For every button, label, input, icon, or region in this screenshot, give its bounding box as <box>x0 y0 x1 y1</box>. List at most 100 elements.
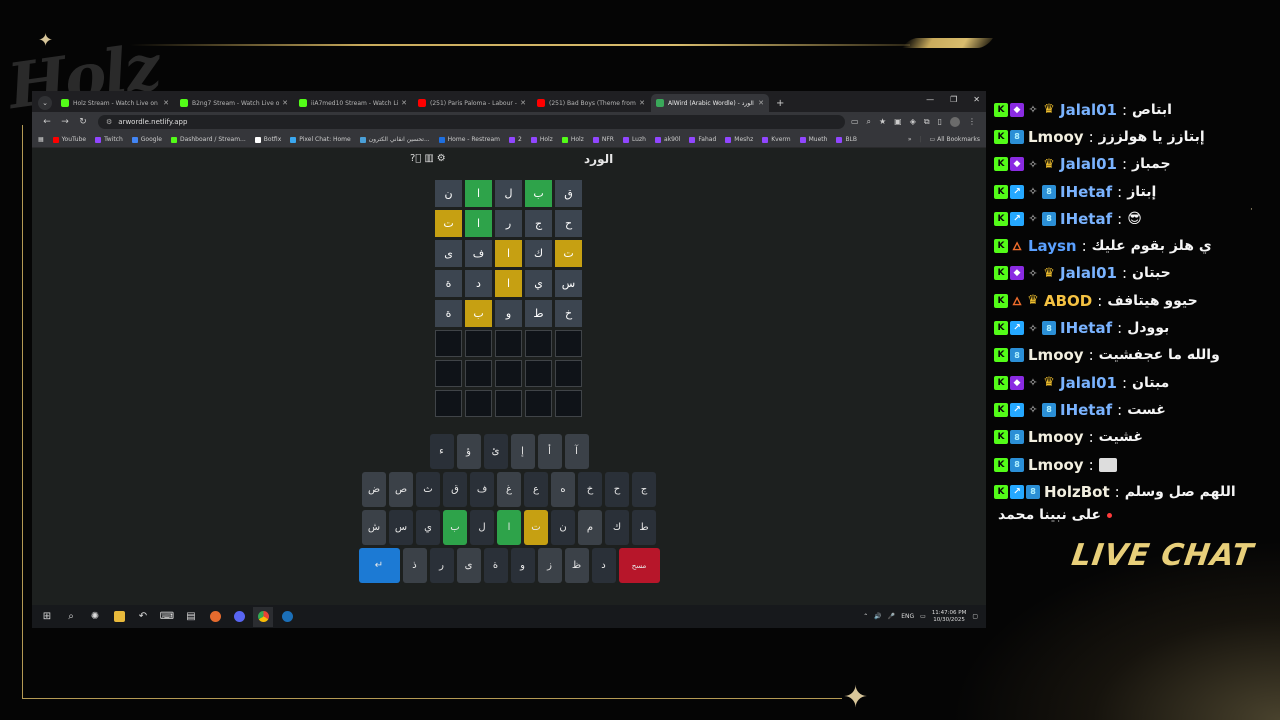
bookmark-item[interactable]: Twitch <box>95 136 123 143</box>
letter-key[interactable]: ؤ <box>456 434 481 469</box>
discord-icon[interactable] <box>229 607 249 627</box>
bookmark-item[interactable]: Fahad <box>689 136 716 143</box>
chat-username[interactable]: Jalal01 <box>1060 264 1117 282</box>
address-bar[interactable]: ⚙ arwordle.netlify.app <box>98 115 845 129</box>
keyboard-app-icon[interactable]: ⌨ <box>157 607 177 627</box>
chat-username[interactable]: ABOD <box>1044 292 1092 310</box>
browser-tab[interactable]: B2ng7 Stream - Watch Live on ✕ <box>175 94 293 112</box>
firefox-icon[interactable] <box>205 607 225 627</box>
delete-key[interactable]: مسح <box>618 548 660 583</box>
tab-close-icon[interactable]: ✕ <box>639 99 645 107</box>
minimize-icon[interactable]: — <box>926 95 934 104</box>
letter-key[interactable]: ظ <box>564 548 589 583</box>
bookmark-item[interactable]: Pixel Chat: Home <box>290 136 351 143</box>
profile-avatar[interactable] <box>950 117 960 127</box>
letter-key[interactable]: ج <box>632 472 656 507</box>
chat-username[interactable]: Lmooy <box>1028 456 1084 474</box>
letter-key[interactable]: ض <box>362 472 386 507</box>
letter-key[interactable]: ن <box>551 510 575 545</box>
all-bookmarks-folder[interactable]: ▭ All Bookmarks <box>930 136 980 143</box>
bookmark-item[interactable]: Kverm <box>762 136 791 143</box>
menu-icon[interactable]: ⋮ <box>968 117 976 127</box>
chat-username[interactable]: Lmooy <box>1028 128 1084 146</box>
letter-key[interactable]: ر <box>429 548 454 583</box>
letter-key[interactable]: ث <box>416 472 440 507</box>
bookmark-item[interactable]: NFR <box>592 136 614 143</box>
file-explorer-icon[interactable] <box>109 607 129 627</box>
chat-username[interactable]: IHetaf <box>1060 319 1112 337</box>
chat-username[interactable]: Jalal01 <box>1060 374 1117 392</box>
tab-close-icon[interactable]: ✕ <box>758 99 764 107</box>
letter-key[interactable]: ك <box>605 510 629 545</box>
letter-key[interactable]: ف <box>470 472 494 507</box>
letter-key[interactable]: أ <box>537 434 562 469</box>
letter-key[interactable]: ا <box>497 510 521 545</box>
letter-key[interactable]: خ <box>578 472 602 507</box>
tray-overflow-icon[interactable]: ⌃ <box>863 613 868 620</box>
bookmark-item[interactable]: Dashboard / Stream... <box>170 136 246 143</box>
microphone-icon[interactable]: 🎤 <box>888 613 895 620</box>
sidebar-icon[interactable]: ▯ <box>938 117 942 127</box>
letter-key[interactable]: ئ <box>483 434 508 469</box>
browser-tab[interactable]: AlWird (Arabic Wordle) - الورد ✕ <box>651 94 769 112</box>
notifications-icon[interactable]: ▢ <box>972 613 978 620</box>
letter-key[interactable]: ح <box>605 472 629 507</box>
monitor-icon[interactable]: ▭ <box>920 613 926 620</box>
tab-close-icon[interactable]: ✕ <box>520 99 526 107</box>
clock[interactable]: 11:47:06 PM 10/30/2025 <box>932 610 967 624</box>
letter-key[interactable]: ى <box>456 548 481 583</box>
letter-key[interactable]: د <box>591 548 616 583</box>
reload-icon[interactable]: ↻ <box>74 117 92 127</box>
bookmark-item[interactable]: YouTube <box>52 136 86 143</box>
letter-key[interactable]: ع <box>524 472 548 507</box>
chat-username[interactable]: IHetaf <box>1060 401 1112 419</box>
bookmark-item[interactable]: BLB <box>836 136 857 143</box>
forward-icon[interactable]: → <box>56 117 74 127</box>
language-indicator[interactable]: ENG <box>901 613 914 620</box>
letter-key[interactable]: ب <box>443 510 467 545</box>
chat-username[interactable]: Jalal01 <box>1060 155 1117 173</box>
calculator-icon[interactable]: ▤ <box>181 607 201 627</box>
extension-icon[interactable]: ◈ <box>910 117 916 127</box>
chat-username[interactable]: Lmooy <box>1028 428 1084 446</box>
bookmark-item[interactable]: Holz <box>530 136 553 143</box>
extensions-puzzle-icon[interactable]: ⧉ <box>924 117 930 127</box>
browser-tab[interactable]: Holz Stream - Watch Live on Ki ✕ <box>56 94 174 112</box>
tab-search-icon[interactable]: ⌄ <box>38 96 52 110</box>
steelseries-icon[interactable]: ✺ <box>85 607 105 627</box>
letter-key[interactable]: ل <box>470 510 494 545</box>
bookmark-item[interactable]: Google <box>131 136 162 143</box>
chat-username[interactable]: Jalal01 <box>1060 101 1117 119</box>
site-info-icon[interactable]: ⚙ <box>106 118 112 126</box>
zoom-icon[interactable]: ⌕ <box>867 117 871 127</box>
more-bookmarks-icon[interactable]: » <box>908 136 912 143</box>
apps-icon[interactable]: ▦ <box>38 136 44 143</box>
chat-username[interactable]: Laysn <box>1028 237 1077 255</box>
stats-icon[interactable]: ▥ <box>424 153 433 164</box>
close-window-icon[interactable]: ✕ <box>973 95 980 104</box>
letter-key[interactable]: ط <box>632 510 656 545</box>
chat-username[interactable]: HolzBot <box>1044 483 1110 501</box>
tab-close-icon[interactable]: ✕ <box>163 99 169 107</box>
letter-key[interactable]: ق <box>443 472 467 507</box>
letter-key[interactable]: ش <box>362 510 386 545</box>
bookmark-item[interactable]: Holz <box>561 136 584 143</box>
letter-key[interactable]: ز <box>537 548 562 583</box>
back-icon[interactable]: ← <box>38 117 56 127</box>
new-tab-icon[interactable]: + <box>776 98 784 109</box>
volume-icon[interactable]: 🔊 <box>874 613 881 620</box>
windows-start-icon[interactable]: ⊞ <box>37 607 57 627</box>
letter-key[interactable]: و <box>510 548 535 583</box>
bookmark-item[interactable]: Botfix <box>254 136 281 143</box>
letter-key[interactable]: ي <box>416 510 440 545</box>
letter-key[interactable]: غ <box>497 472 521 507</box>
arrow-app-icon[interactable]: ↶ <box>133 607 153 627</box>
bookmark-star-icon[interactable]: ★ <box>879 117 886 127</box>
letter-key[interactable]: ء <box>429 434 454 469</box>
steam-icon[interactable] <box>277 607 297 627</box>
help-icon[interactable]: ?⃝ <box>410 153 421 164</box>
search-icon[interactable]: ⌕ <box>61 607 81 627</box>
letter-key[interactable]: ة <box>483 548 508 583</box>
settings-gear-icon[interactable]: ⚙ <box>437 153 446 164</box>
bookmark-item[interactable]: Meshz <box>725 136 753 143</box>
